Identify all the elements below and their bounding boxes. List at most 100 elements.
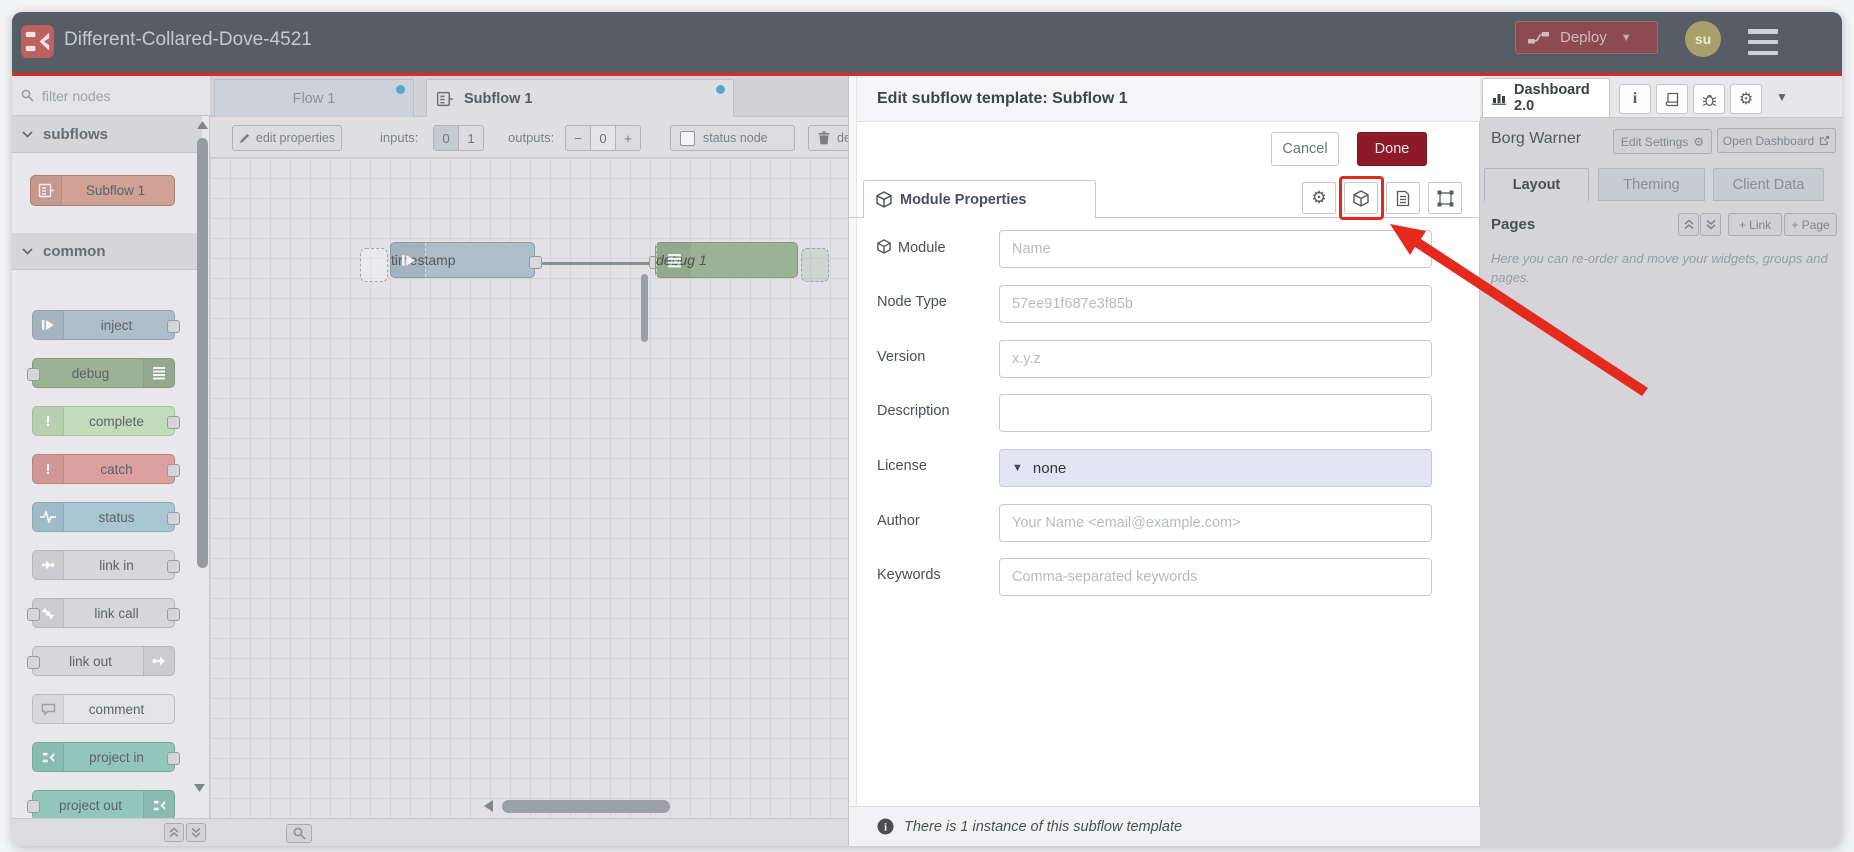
info-tab-button[interactable]: i — [1619, 84, 1651, 114]
tab-theming[interactable]: Theming — [1598, 168, 1705, 201]
inputs-0-button[interactable]: 0 — [434, 126, 458, 150]
outputs-minus-button[interactable]: − — [566, 126, 590, 150]
app-window: Different-Collared-Dove-4521 Deploy ▼ su… — [12, 12, 1842, 846]
appearance-tab-button[interactable] — [1428, 182, 1462, 214]
palette-category-common[interactable]: common — [12, 233, 202, 270]
pages-section-title: Pages — [1491, 216, 1536, 233]
avatar[interactable]: su — [1685, 21, 1721, 57]
horizontal-scrollbar[interactable] — [502, 800, 670, 813]
node-type-label: Node Type — [877, 294, 947, 310]
outputs-label: outputs: — [508, 130, 555, 145]
link-out-icon — [143, 647, 174, 675]
inputs-1-button[interactable]: 1 — [458, 126, 483, 150]
tab-module-properties[interactable]: Module Properties — [863, 180, 1096, 219]
node-output-port[interactable] — [529, 256, 542, 269]
palette-scrollbar[interactable] — [197, 138, 208, 568]
zoom-search-button[interactable] — [286, 824, 312, 843]
palette-node-complete[interactable]: ! complete — [32, 406, 180, 436]
main-menu-icon[interactable] — [1748, 29, 1778, 55]
edit-properties-button[interactable]: edit properties — [232, 125, 342, 151]
add-link-button[interactable]: + Link — [1728, 213, 1782, 236]
add-page-button[interactable]: + Page — [1784, 213, 1837, 236]
outputs-plus-button[interactable]: + — [615, 126, 640, 150]
deploy-button[interactable]: Deploy ▼ — [1515, 21, 1658, 54]
edit-settings-button[interactable]: Edit Settings ⚙ — [1613, 129, 1712, 154]
palette-node-project-out[interactable]: project out — [27, 790, 175, 820]
subflow-output-ghost-port[interactable] — [801, 248, 829, 282]
version-input[interactable] — [999, 340, 1432, 378]
unsaved-changes-dot — [716, 85, 725, 94]
scroll-left-icon[interactable] — [482, 799, 494, 813]
expand-all-button[interactable] — [186, 823, 206, 842]
gear-icon: ⚙ — [1738, 91, 1754, 108]
inputs-toggle[interactable]: 0 1 — [433, 125, 484, 151]
description-input[interactable] — [999, 394, 1432, 432]
tab-flow-1[interactable]: Flow 1 — [214, 79, 414, 117]
open-dashboard-button[interactable]: Open Dashboard — [1717, 128, 1836, 153]
palette-scroll-down-icon[interactable] — [193, 783, 206, 793]
done-button[interactable]: Done — [1357, 132, 1427, 166]
status-node-toggle[interactable]: status node — [670, 125, 795, 151]
palette-node-link-out[interactable]: link out — [27, 646, 175, 676]
author-input[interactable] — [999, 504, 1432, 542]
tab-client-data[interactable]: Client Data — [1713, 168, 1824, 201]
edit-properties-tab-button[interactable]: ⚙ — [1302, 182, 1336, 214]
search-icon — [21, 89, 34, 102]
dashboard-project-name: Borg Warner — [1491, 130, 1582, 147]
debug-icon — [656, 243, 691, 277]
collapse-all-button[interactable] — [164, 823, 184, 842]
palette-node-inject[interactable]: inject — [32, 310, 180, 340]
flow-canvas[interactable]: timestamp debug 1 — [210, 158, 848, 818]
palette-node-status[interactable]: status — [32, 502, 180, 532]
tab-dashboard-2[interactable]: Dashboard 2.0 — [1482, 78, 1610, 118]
deploy-caret-icon[interactable]: ▼ — [1621, 32, 1632, 44]
node-type-input[interactable] — [999, 285, 1432, 323]
palette-search[interactable]: filter nodes — [12, 76, 210, 116]
subflow-toolbar: edit properties inputs: 0 1 outputs: − 0… — [210, 117, 958, 158]
palette-scroll-up-icon[interactable] — [196, 120, 209, 130]
module-input[interactable] — [999, 230, 1432, 268]
wire[interactable] — [542, 262, 659, 265]
keywords-input[interactable] — [999, 558, 1432, 596]
palette-category-subflows[interactable]: subflows — [12, 116, 202, 153]
debug-tab-button[interactable] — [1693, 84, 1725, 114]
right-sidebar: Dashboard 2.0 i ⚙ ▼ Borg Warner Edit Set… — [1479, 76, 1842, 846]
expand-pages-button[interactable] — [1700, 213, 1721, 236]
checkbox-icon — [680, 130, 695, 146]
collapse-pages-button[interactable] — [1678, 213, 1699, 236]
canvas-node-debug-1[interactable]: debug 1 — [655, 242, 798, 278]
cancel-button[interactable]: Cancel — [1271, 132, 1339, 166]
palette-node-project-in[interactable]: project in — [32, 742, 180, 772]
palette-node-subflow-1[interactable]: Subflow 1 — [30, 175, 175, 206]
chevron-down-icon — [22, 130, 33, 138]
tab-layout[interactable]: Layout — [1484, 168, 1589, 201]
palette-node-link-in[interactable]: link in — [32, 550, 180, 580]
outputs-stepper[interactable]: − 0 + — [565, 125, 641, 151]
palette-node-comment[interactable]: comment — [32, 694, 175, 724]
form-row-license: License ▼ none — [849, 449, 1480, 487]
config-tab-button[interactable]: ⚙ — [1730, 84, 1762, 114]
sidebar-menu-caret-icon[interactable]: ▼ — [1776, 90, 1788, 104]
subflow-input-ghost-port[interactable] — [360, 248, 388, 282]
form-row-node-type: Node Type — [849, 285, 1480, 323]
deploy-label: Deploy — [1560, 29, 1607, 46]
tray-resize-handle[interactable] — [849, 76, 857, 806]
edit-subflow-tray: Edit subflow template: Subflow 1 Cancel … — [848, 76, 1480, 846]
canvas-node-timestamp[interactable]: timestamp — [390, 242, 535, 278]
workspace-tab-bar: Flow 1 Subflow 1 — [210, 76, 848, 117]
debug-icon — [143, 359, 174, 387]
project-out-icon — [143, 791, 174, 819]
license-select[interactable]: ▼ none — [999, 449, 1432, 487]
tab-subflow-1[interactable]: Subflow 1 — [426, 79, 734, 117]
info-icon: i — [1632, 90, 1638, 107]
unsaved-changes-dot — [396, 85, 405, 94]
vertical-scrollbar[interactable] — [641, 274, 648, 342]
help-tab-button[interactable] — [1656, 84, 1688, 114]
palette-node-debug[interactable]: debug — [27, 358, 175, 388]
workspace-title: Different-Collared-Dove-4521 — [64, 29, 312, 50]
node-port — [27, 368, 40, 381]
palette-node-catch[interactable]: ! catch — [32, 454, 180, 484]
document-icon — [1396, 190, 1410, 207]
description-tab-button[interactable] — [1386, 182, 1420, 214]
palette-node-link-call[interactable]: link call — [27, 598, 180, 628]
